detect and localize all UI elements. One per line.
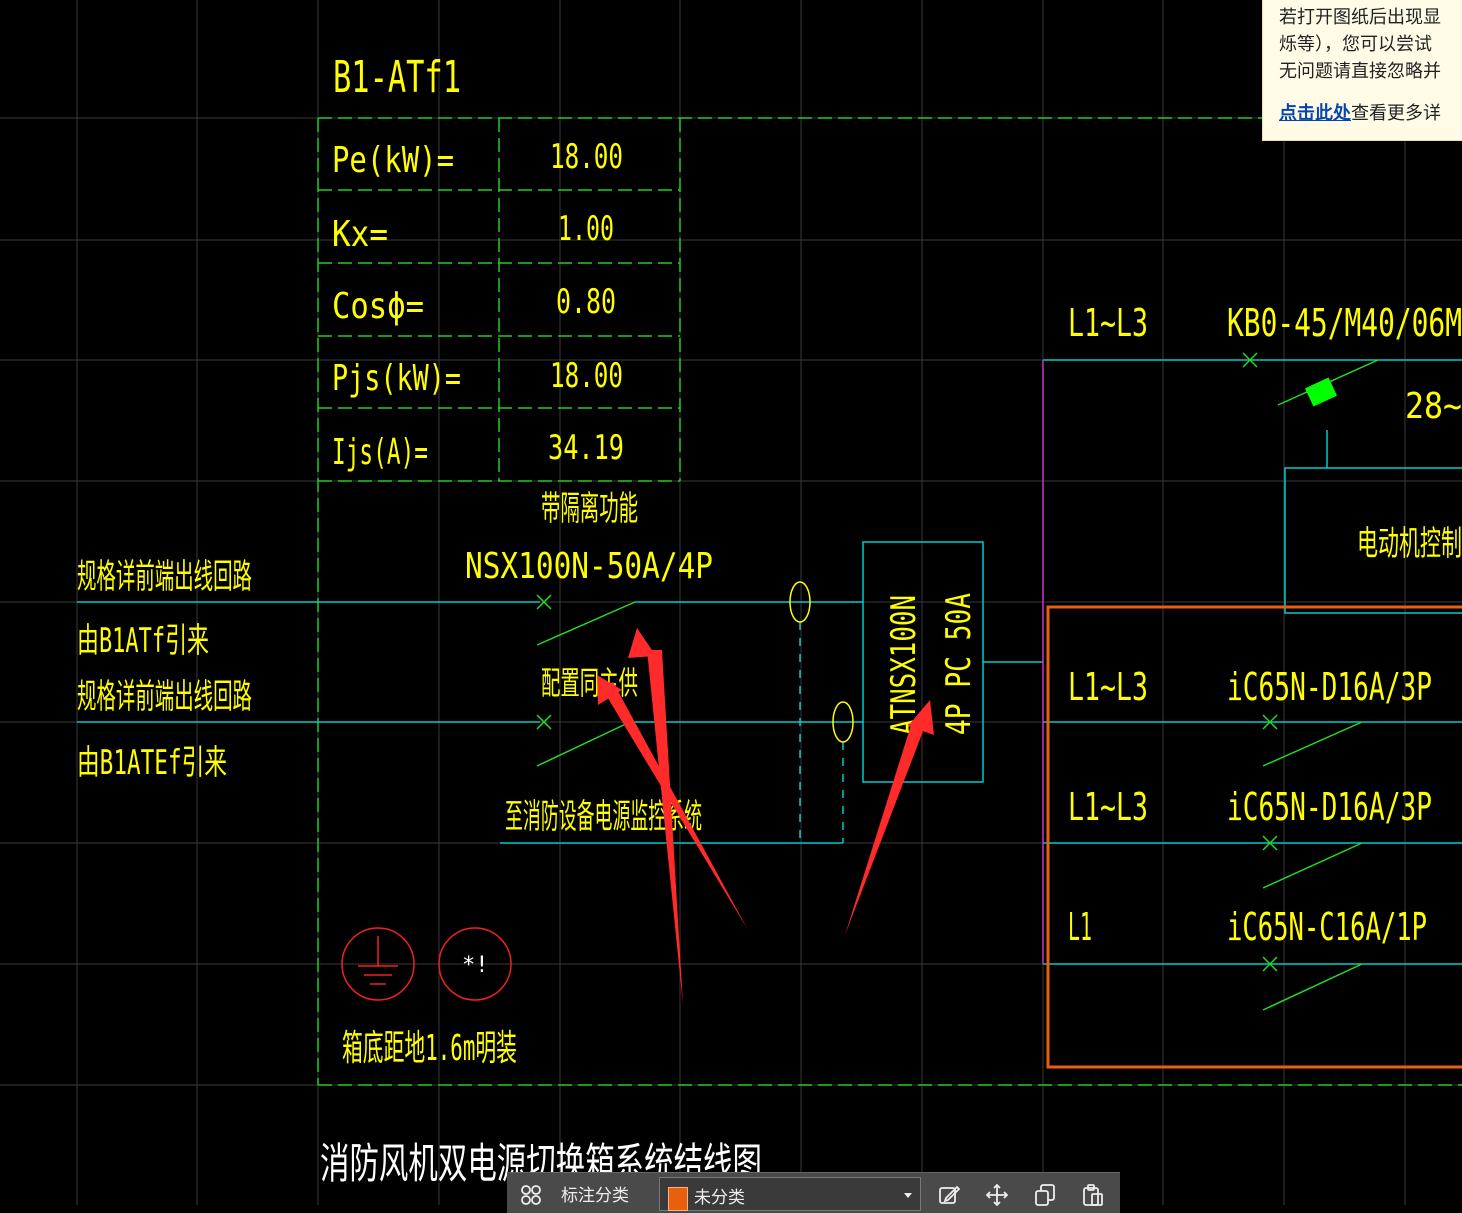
table-value-pjs: 18.00 bbox=[550, 356, 623, 396]
aux-config-note: 配置同主供 bbox=[541, 664, 638, 702]
table-label-pjs: Pjs(kW)= bbox=[332, 358, 461, 399]
table-label-kx: Kx= bbox=[332, 214, 388, 255]
outgoing-3-device: iC65N-C16A/1P bbox=[1227, 905, 1427, 949]
breaker-isolation-note: 带隔离功能 bbox=[541, 489, 638, 529]
motor-note: 28~ bbox=[1405, 386, 1462, 427]
table-label-ijs: Ijs(A)= bbox=[332, 432, 428, 473]
ats-model: ATNSX100N bbox=[884, 595, 924, 735]
notice-popup: 若打开图纸后出现显 烁等），您可以尝试 无问题请直接忽略并 点击此处查看更多详 bbox=[1262, 0, 1462, 141]
incoming-1-source: 由B1ATf引来 bbox=[77, 621, 209, 661]
outgoing-1-phase: L1~L3 bbox=[1068, 665, 1148, 709]
notice-line-2: 烁等），您可以尝试 bbox=[1279, 34, 1432, 55]
outgoing-0-device: KB0-45/M40/06M bbox=[1227, 301, 1462, 345]
outgoing-2-device: iC65N-D16A/3P bbox=[1227, 785, 1432, 829]
mounting-note: 箱底距地1.6m明装 bbox=[342, 1028, 517, 1069]
category-color-swatch bbox=[668, 1187, 688, 1211]
wiring bbox=[77, 359, 1462, 965]
table-value-cos: 0.80 bbox=[556, 282, 616, 322]
category-label: 标注分类 bbox=[561, 1185, 629, 1206]
notice-line-3: 无问题请直接忽略并 bbox=[1279, 61, 1441, 82]
cad-drawing-canvas[interactable]: B1-ATf1 Pe(kW)= 18.00 Kx= 1.00 Cosϕ= 0.8… bbox=[0, 0, 1462, 1205]
table-value-pe: 18.00 bbox=[550, 137, 623, 177]
annotation-toolbar: 标注分类 未分类 bbox=[507, 1172, 1120, 1213]
chevron-down-icon bbox=[902, 1186, 914, 1206]
incoming-2-note: 规格详前端出线回路 bbox=[77, 677, 252, 717]
notice-link-tail: 查看更多详 bbox=[1351, 103, 1441, 124]
contactor-indicator bbox=[1304, 377, 1338, 407]
ats-rating: 4P PC 50A bbox=[939, 593, 979, 735]
table-label-pe: Pe(kW)= bbox=[332, 140, 454, 181]
category-selected-value: 未分类 bbox=[694, 1188, 745, 1208]
notice-line-1: 若打开图纸后出现显 bbox=[1279, 7, 1441, 28]
main-breaker-model: NSX100N-50A/4P bbox=[465, 546, 713, 587]
outgoing-2-phase: L1~L3 bbox=[1068, 785, 1148, 829]
notice-more-link[interactable]: 点击此处 bbox=[1279, 103, 1351, 124]
table-value-kx: 1.00 bbox=[558, 209, 614, 249]
outgoing-3-phase: L1 bbox=[1068, 905, 1092, 949]
incoming-1-note: 规格详前端出线回路 bbox=[77, 557, 252, 597]
box-id-label: B1-ATf1 bbox=[333, 52, 461, 103]
category-select[interactable]: 未分类 bbox=[659, 1177, 921, 1211]
outgoing-1-device: iC65N-D16A/3P bbox=[1227, 665, 1432, 709]
explosion-proof-mark: *! bbox=[462, 953, 489, 978]
table-value-ijs: 34.19 bbox=[548, 428, 624, 468]
motor-control-box-label: 电动机控制 bbox=[1357, 524, 1462, 564]
incoming-2-source: 由B1ATEf引来 bbox=[77, 743, 227, 783]
table-label-cos: Cosϕ= bbox=[332, 286, 424, 327]
outgoing-0-phase: L1~L3 bbox=[1068, 301, 1148, 345]
